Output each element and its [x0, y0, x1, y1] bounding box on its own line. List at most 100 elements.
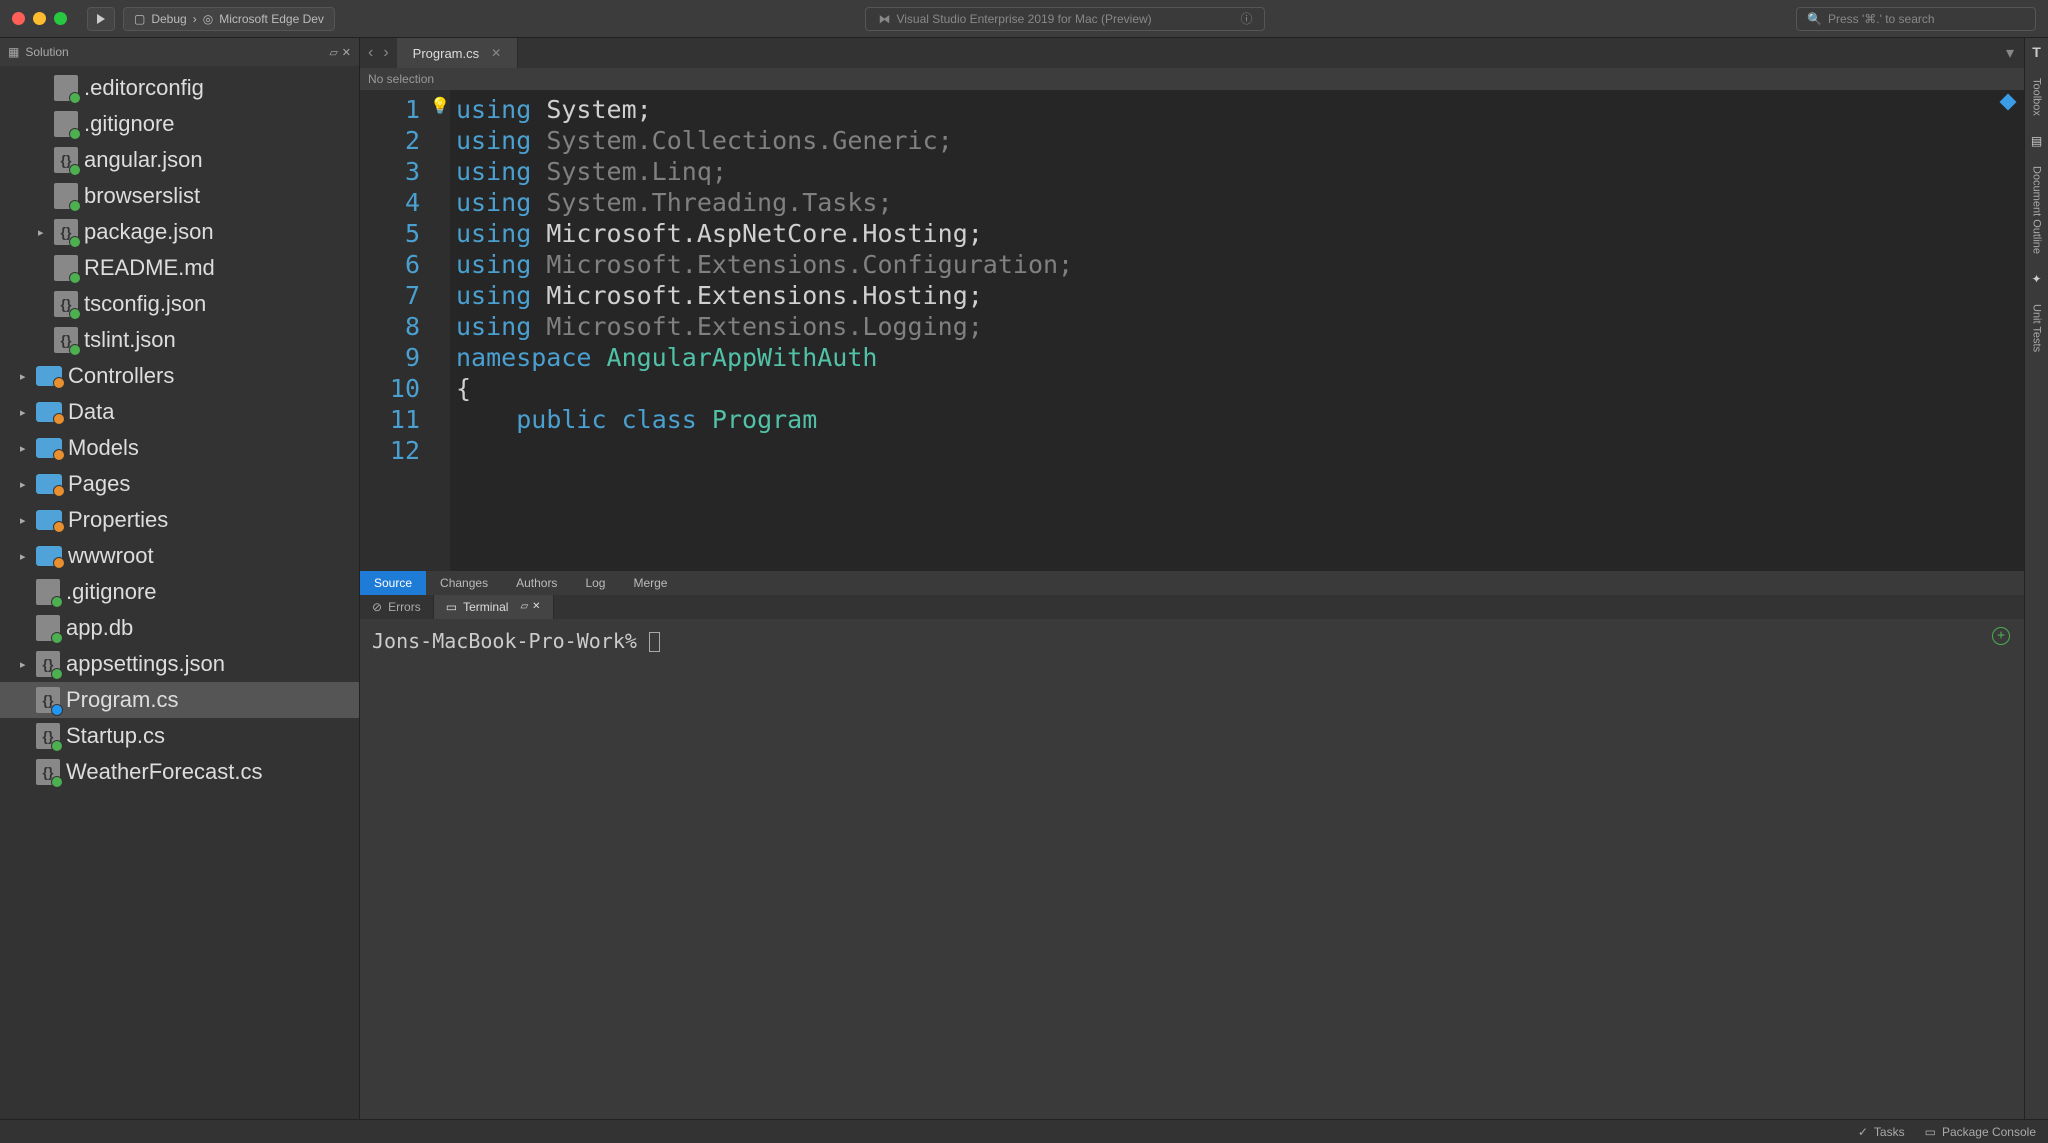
solution-header-label: Solution: [25, 45, 323, 59]
tree-item-package-json[interactable]: ▸ {}package.json: [0, 214, 359, 250]
statusbar: ✓ Tasks ▭ Package Console: [0, 1119, 2048, 1143]
nav-back-button[interactable]: ‹: [368, 44, 373, 62]
toolbox-glyph-icon: T: [2032, 44, 2041, 60]
tree-item-pages[interactable]: ▸Pages: [0, 466, 359, 502]
tree-item--gitignore[interactable]: .gitignore: [0, 106, 359, 142]
tree-item--editorconfig[interactable]: .editorconfig: [0, 70, 359, 106]
tree-item-properties[interactable]: ▸Properties: [0, 502, 359, 538]
json-file-icon: {}: [36, 651, 60, 677]
tree-item-weatherforecast-cs[interactable]: {}WeatherForecast.cs: [0, 754, 359, 790]
json-file-icon: {}: [54, 219, 78, 245]
search-icon: 🔍: [1807, 12, 1822, 26]
tree-item-label: app.db: [66, 615, 133, 641]
tree-item-controllers[interactable]: ▸Controllers: [0, 358, 359, 394]
source-tab-merge[interactable]: Merge: [619, 571, 681, 595]
tasks-button[interactable]: ✓ Tasks: [1858, 1125, 1905, 1139]
tree-item-wwwroot[interactable]: ▸wwwroot: [0, 538, 359, 574]
run-button[interactable]: [87, 7, 115, 31]
tree-item-label: Models: [68, 435, 139, 461]
source-tab-authors[interactable]: Authors: [502, 571, 571, 595]
code-line[interactable]: using Microsoft.Extensions.Logging;: [456, 311, 2024, 342]
tree-item-label: package.json: [84, 219, 214, 245]
status-badge-icon: [69, 308, 81, 320]
folder-icon: [36, 510, 62, 530]
source-tab-source[interactable]: Source: [360, 571, 426, 595]
tree-item-readme-md[interactable]: README.md: [0, 250, 359, 286]
unit-tests-tab[interactable]: Unit Tests: [2031, 300, 2043, 356]
code-line[interactable]: using System.Threading.Tasks;: [456, 187, 2024, 218]
tree-item-label: WeatherForecast.cs: [66, 759, 262, 785]
lightbulb-icon[interactable]: 💡: [430, 96, 450, 115]
add-terminal-button[interactable]: +: [1992, 627, 2010, 645]
line-number: 10: [360, 373, 420, 404]
minimize-window-button[interactable]: [33, 12, 46, 25]
code-line[interactable]: {: [456, 373, 2024, 404]
tree-caret-icon[interactable]: ▸: [20, 658, 30, 671]
tree-item-browserslist[interactable]: browserslist: [0, 178, 359, 214]
tree-item-program-cs[interactable]: {}Program.cs: [0, 682, 359, 718]
popout-icon[interactable]: ▱: [520, 601, 528, 612]
tree-item-tsconfig-json[interactable]: {}tsconfig.json: [0, 286, 359, 322]
tree-caret-icon[interactable]: ▸: [20, 370, 30, 383]
target-label: Microsoft Edge Dev: [219, 12, 324, 26]
app-title: ⧓ Visual Studio Enterprise 2019 for Mac …: [865, 7, 1265, 31]
tree-caret-icon[interactable]: ▸: [20, 514, 30, 527]
document-outline-icon: ▤: [2031, 134, 2042, 148]
errors-tab[interactable]: ⊘ Errors: [360, 595, 434, 619]
code-line[interactable]: public class Program: [456, 404, 2024, 435]
source-tab-changes[interactable]: Changes: [426, 571, 502, 595]
tree-item-app-db[interactable]: app.db: [0, 610, 359, 646]
tree-item-angular-json[interactable]: {}angular.json: [0, 142, 359, 178]
line-number: 5: [360, 218, 420, 249]
code-editor[interactable]: 123456789101112 💡 using System;using Sys…: [360, 90, 2024, 571]
file-icon: [54, 75, 78, 101]
code-content[interactable]: using System;using System.Collections.Ge…: [450, 90, 2024, 571]
editor-tab-row: ‹ › Program.cs ✕ ▾: [360, 38, 2024, 68]
tasks-label: Tasks: [1874, 1125, 1905, 1139]
run-configuration[interactable]: ▢ Debug › ◎ Microsoft Edge Dev: [123, 7, 335, 31]
code-line[interactable]: using System;: [456, 94, 2024, 125]
info-icon[interactable]: ⓘ: [1240, 10, 1252, 27]
tree-caret-icon[interactable]: ▸: [20, 478, 30, 491]
source-tab-log[interactable]: Log: [571, 571, 619, 595]
solution-explorer: ▦ Solution ▱ ✕ .editorconfig.gitignore{}…: [0, 38, 360, 1119]
code-line[interactable]: using Microsoft.AspNetCore.Hosting;: [456, 218, 2024, 249]
close-terminal-icon[interactable]: ✕: [532, 601, 540, 612]
expand-panel-icon[interactable]: ▱: [329, 46, 337, 59]
tree-caret-icon[interactable]: ▸: [38, 226, 48, 239]
status-badge-icon: [69, 236, 81, 248]
close-panel-icon[interactable]: ✕: [342, 46, 351, 59]
breadcrumb-bar[interactable]: No selection: [360, 68, 2024, 90]
tree-item-startup-cs[interactable]: {}Startup.cs: [0, 718, 359, 754]
document-outline-tab[interactable]: Document Outline: [2031, 162, 2043, 258]
tree-caret-icon[interactable]: ▸: [20, 550, 30, 563]
tab-dropdown-icon[interactable]: ▾: [2006, 43, 2014, 63]
close-window-button[interactable]: [12, 12, 25, 25]
global-search[interactable]: 🔍 Press '⌘.' to search: [1796, 7, 2036, 31]
code-line[interactable]: namespace AngularAppWithAuth: [456, 342, 2024, 373]
terminal-tab[interactable]: ▭ Terminal ▱ ✕: [434, 595, 554, 619]
tree-item-tslint-json[interactable]: {}tslint.json: [0, 322, 359, 358]
tree-item-appsettings-json[interactable]: ▸{}appsettings.json: [0, 646, 359, 682]
tree-item--gitignore[interactable]: .gitignore: [0, 574, 359, 610]
terminal-pane[interactable]: + Jons-MacBook-Pro-Work%: [360, 619, 2024, 1120]
close-tab-icon[interactable]: ✕: [491, 46, 501, 60]
tree-item-data[interactable]: ▸Data: [0, 394, 359, 430]
code-line[interactable]: using Microsoft.Extensions.Configuration…: [456, 249, 2024, 280]
json-file-icon: {}: [54, 147, 78, 173]
nav-forward-button[interactable]: ›: [383, 44, 388, 62]
maximize-window-button[interactable]: [54, 12, 67, 25]
code-line[interactable]: using Microsoft.Extensions.Hosting;: [456, 280, 2024, 311]
package-console-button[interactable]: ▭ Package Console: [1925, 1125, 2036, 1139]
line-number: 4: [360, 187, 420, 218]
code-line[interactable]: using System.Linq;: [456, 156, 2024, 187]
status-badge-icon: [51, 668, 63, 680]
tree-item-models[interactable]: ▸ Models: [0, 430, 359, 466]
tree-caret-icon[interactable]: ▸: [20, 406, 30, 419]
code-line[interactable]: using System.Collections.Generic;: [456, 125, 2024, 156]
solution-tree[interactable]: .editorconfig.gitignore{}angular.jsonbro…: [0, 66, 359, 1119]
folder-icon: [36, 438, 62, 458]
tree-caret-icon[interactable]: ▸: [20, 442, 30, 455]
toolbox-tab[interactable]: Toolbox: [2031, 74, 2043, 120]
editor-tab-program[interactable]: Program.cs ✕: [397, 38, 519, 68]
